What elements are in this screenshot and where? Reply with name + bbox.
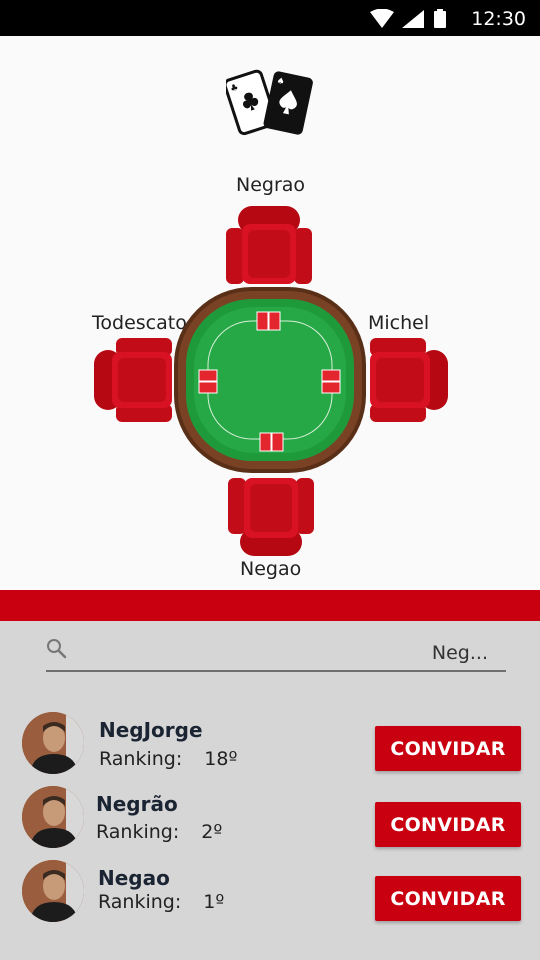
- list-item: Negrão Ranking: 2º CONVIDAR: [0, 784, 540, 848]
- invite-button[interactable]: CONVIDAR: [375, 726, 521, 771]
- cards-logo-icon: ♣ ♠: [226, 69, 313, 136]
- status-bar: 12:30: [0, 0, 540, 36]
- invite-button[interactable]: CONVIDAR: [375, 876, 521, 921]
- seat-name-top: Negrao: [236, 174, 306, 196]
- player-name: NegJorge: [99, 718, 203, 742]
- poker-table: [174, 287, 366, 473]
- chair-top-icon[interactable]: [226, 206, 312, 286]
- search-icon: [47, 639, 67, 659]
- battery-icon: [434, 9, 446, 28]
- avatar: [22, 712, 84, 774]
- seat-name-right: Michel: [368, 312, 430, 334]
- search-field[interactable]: [46, 636, 506, 672]
- status-icons: [370, 9, 446, 28]
- separator-bar: [0, 590, 540, 621]
- player-name: Negrão: [96, 792, 178, 816]
- chair-right-icon[interactable]: [368, 338, 448, 422]
- chair-left-icon[interactable]: [94, 338, 174, 422]
- list-item: NegJorge Ranking: 18º CONVIDAR: [0, 710, 540, 774]
- chair-bottom-icon[interactable]: [228, 476, 314, 556]
- card-right-icon: [321, 369, 341, 394]
- list-item: Negao Ranking: 1º CONVIDAR: [0, 858, 540, 922]
- card-top-icon: [256, 311, 281, 331]
- player-ranking: Ranking: 1º: [98, 891, 225, 913]
- avatar: [22, 860, 84, 922]
- search-input[interactable]: [76, 636, 496, 670]
- card-bottom-icon: [259, 432, 284, 452]
- seat-name-bottom: Negao: [240, 558, 302, 580]
- wifi-icon: [370, 9, 394, 28]
- card-left-icon: [198, 369, 218, 394]
- invite-button[interactable]: CONVIDAR: [375, 802, 521, 847]
- player-ranking: Ranking: 2º: [96, 821, 223, 843]
- player-name: Negao: [98, 866, 170, 890]
- avatar: [22, 786, 84, 848]
- signal-icon: [402, 10, 424, 28]
- player-ranking: Ranking: 18º: [99, 748, 238, 770]
- clock: 12:30: [471, 8, 526, 30]
